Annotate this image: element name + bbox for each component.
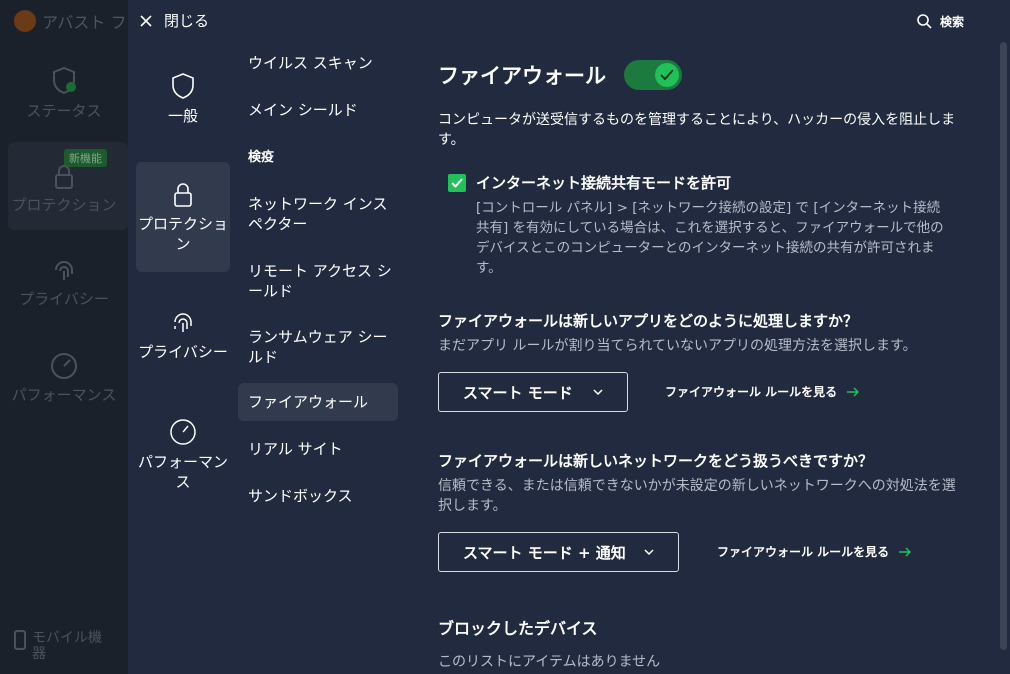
category-general[interactable]: 一般 bbox=[136, 72, 230, 134]
blocked-devices-title: ブロックしたデバイス bbox=[438, 619, 598, 638]
network-mode-value: スマート モード + 通知 bbox=[463, 543, 626, 562]
ics-label: インターネット接続共有モードを許可 bbox=[476, 174, 732, 192]
subnav-real-site[interactable]: リアル サイト bbox=[238, 439, 398, 459]
subnav-virus-scan[interactable]: ウイルス スキャン bbox=[238, 53, 398, 73]
category-general-label: 一般 bbox=[167, 107, 198, 125]
settings-panel: 閉じる 検索 一般 プロテクショ ン プライバシー パフォーマン ス ウイルス … bbox=[128, 0, 1010, 674]
blocked-devices-empty: このリストにアイテムはありません bbox=[438, 654, 661, 670]
apps-mode-dropdown[interactable]: スマート モード bbox=[438, 372, 628, 412]
speedometer-icon bbox=[170, 419, 196, 445]
close-button[interactable]: 閉じる bbox=[140, 10, 209, 31]
search-icon bbox=[917, 14, 932, 29]
category-performance-label: パフォーマン ス bbox=[137, 453, 228, 491]
fingerprint-icon bbox=[55, 261, 73, 280]
firewall-content: ファイアウォール bbox=[438, 60, 978, 90]
arrow-right-icon bbox=[899, 546, 912, 557]
background-nav-performance-label: パフォーマンス bbox=[11, 386, 117, 404]
page-title: ファイアウォール bbox=[438, 64, 606, 88]
close-button-label: 閉じる bbox=[164, 12, 210, 30]
background-app-title: アバスト フ bbox=[14, 9, 126, 33]
ics-option: インターネット接続共有モードを許可 bbox=[448, 172, 731, 193]
chevron-down-icon bbox=[644, 549, 654, 555]
network-rules-link[interactable]: ファイアウォール ルールを見る bbox=[717, 543, 912, 560]
category-protection[interactable]: プロテクショ ン bbox=[136, 162, 230, 272]
background-nav-privacy-label: プライバシー bbox=[19, 290, 109, 308]
fingerprint-icon bbox=[174, 313, 192, 332]
apps-question: ファイアウォールは新しいアプリをどのように処理しますか？ bbox=[438, 312, 859, 330]
chevron-down-icon bbox=[593, 389, 603, 395]
background-nav-status: ステータス bbox=[0, 66, 128, 121]
background-nav-mobile-label: モバイル機 器 bbox=[32, 630, 102, 662]
subnav-quarantine[interactable]: 検疫 bbox=[238, 148, 398, 168]
background-nav-protection-label: プロテクション bbox=[11, 196, 117, 214]
scrollbar-thumb[interactable] bbox=[1000, 42, 1007, 650]
check-icon bbox=[660, 69, 674, 81]
subnav-ransomware-shield[interactable]: ランサムウェア シー ルド bbox=[238, 327, 398, 367]
lock-icon bbox=[174, 183, 192, 207]
background-nav-mobile: モバイル機 器 bbox=[14, 630, 102, 662]
firewall-toggle[interactable] bbox=[624, 60, 682, 90]
subnav-main-shield[interactable]: メイン シールド bbox=[238, 100, 398, 120]
network-mode-dropdown[interactable]: スマート モード + 通知 bbox=[438, 532, 679, 572]
category-protection-label: プロテクショ ン bbox=[137, 215, 228, 253]
settings-topbar: 閉じる 検索 bbox=[128, 0, 1010, 40]
ics-help-text: [コントロール パネル] > [ネットワーク接続の設定] で [インターネット接… bbox=[476, 200, 944, 276]
check-icon bbox=[451, 177, 463, 188]
close-icon bbox=[140, 14, 152, 27]
background-app: アバスト フ ステータス 新機能 プロテクション プライバシー パフォーマンス bbox=[0, 0, 128, 674]
subnav-remote-access-shield[interactable]: リモート アクセス シ ールド bbox=[238, 261, 398, 301]
category-privacy[interactable]: プライバシー bbox=[136, 310, 230, 366]
network-rules-link-label: ファイアウォール ルールを見る bbox=[717, 545, 890, 559]
background-app-title-text: アバスト フ bbox=[42, 13, 127, 32]
mobile-device-icon bbox=[14, 630, 26, 650]
subnav-sandbox[interactable]: サンドボックス bbox=[238, 486, 398, 506]
apps-rules-link[interactable]: ファイアウォール ルールを見る bbox=[665, 383, 860, 400]
subnav-network-inspector[interactable]: ネットワーク インス ペクター bbox=[238, 194, 398, 234]
avast-logo-icon bbox=[14, 10, 36, 32]
network-help-text: 信頼できる、または信頼できないかが未設定の新しいネットワークへの対処法を選 択し… bbox=[438, 478, 956, 514]
apps-rules-link-label: ファイアウォール ルールを見る bbox=[665, 385, 838, 399]
shield-check-icon bbox=[53, 66, 76, 95]
background-nav-performance: パフォーマンス bbox=[0, 352, 128, 405]
background-nav-protection: プロテクション bbox=[0, 164, 128, 215]
shield-icon bbox=[172, 73, 194, 99]
apps-help-text: まだアプリ ルールが割り当てられていないアプリの処理方法を選択します。 bbox=[438, 338, 917, 354]
search-button[interactable]: 検索 bbox=[917, 13, 964, 30]
background-nav-status-label: ステータス bbox=[26, 102, 102, 120]
background-nav-privacy: プライバシー bbox=[0, 258, 128, 309]
category-privacy-label: プライバシー bbox=[138, 343, 228, 361]
ics-checkbox[interactable] bbox=[448, 173, 466, 192]
apps-mode-value: スマート モード bbox=[463, 383, 573, 402]
lock-icon bbox=[55, 165, 73, 189]
firewall-heading: ファイアウォール bbox=[438, 60, 978, 90]
arrow-right-icon bbox=[847, 386, 860, 397]
subnav-firewall[interactable]: ファイアウォール bbox=[238, 383, 398, 421]
category-performance[interactable]: パフォーマン ス bbox=[136, 418, 230, 492]
search-button-label: 検索 bbox=[939, 15, 964, 29]
speedometer-icon bbox=[51, 353, 77, 379]
network-question: ファイアウォールは新しいネットワークをどう扱うべきですか？ bbox=[438, 452, 874, 470]
toggle-knob bbox=[655, 63, 679, 87]
firewall-description: コンピュータが送受信するものを管理することにより、ハッカーの侵入を阻止しま す。 bbox=[438, 112, 956, 148]
